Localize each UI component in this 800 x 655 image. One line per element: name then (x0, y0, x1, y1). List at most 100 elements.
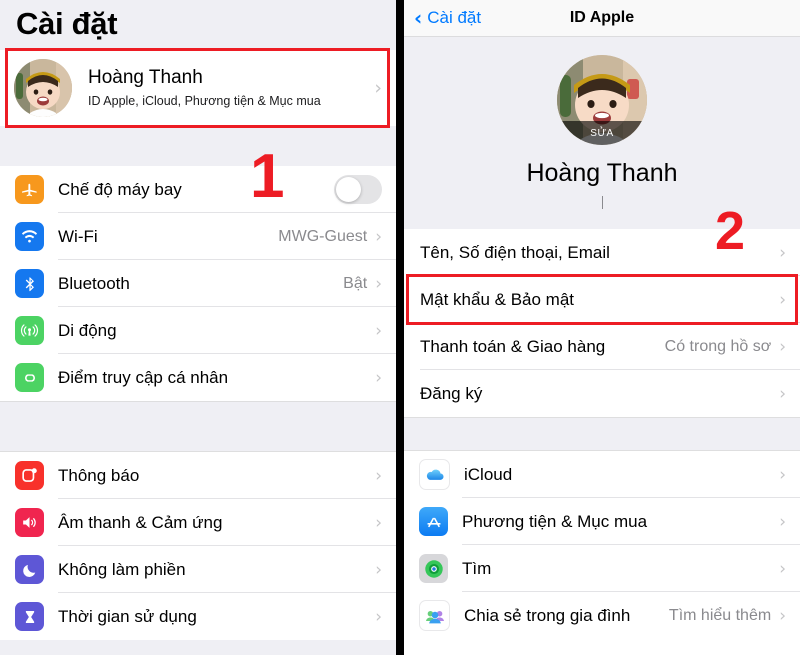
hourglass-glyph (25, 610, 34, 623)
chevron-right-icon: › (779, 464, 786, 485)
sidebar-item-personal-hotspot[interactable]: Điểm truy cập cá nhân › (0, 354, 396, 401)
notifications-icon (15, 461, 44, 490)
chevron-right-icon: › (375, 606, 382, 627)
step-number-2: 2 (715, 201, 746, 261)
family-sharing-value: Tìm hiểu thêm (668, 606, 772, 624)
connectivity-group: Chế độ máy bay Wi-Fi MWG-Guest › Bluetoo… (0, 166, 396, 401)
sidebar-item-label: Không làm phiền (58, 559, 186, 579)
findmy-glyph (424, 559, 443, 578)
sidebar-item-label: Bluetooth (58, 273, 130, 293)
chevron-right-icon: › (779, 605, 786, 626)
list-item-find-my[interactable]: Tìm › (404, 545, 800, 592)
back-button-label: Cài đặt (427, 8, 482, 27)
list-item-label: Thanh toán & Giao hàng (420, 336, 606, 356)
sidebar-item-bluetooth[interactable]: Bluetooth Bật › (0, 260, 396, 307)
sidebar-item-label: Thông báo (58, 465, 140, 485)
appstore-glyph (426, 517, 441, 527)
screenshot-stage: Cài đặt Hoàng Thanh ID Apple, iCloud, Ph… (0, 0, 800, 655)
list-item-label: Tìm (462, 558, 492, 578)
icloud-glyph (426, 469, 444, 480)
highlight-box-step1 (5, 48, 390, 128)
list-item-icloud[interactable]: iCloud › (404, 451, 800, 498)
list-item-label: Chia sẻ trong gia đình (464, 605, 631, 625)
chevron-right-icon: › (375, 465, 382, 486)
chevron-right-icon: › (375, 226, 382, 247)
airplane-icon (15, 175, 44, 204)
list-item-media-purchases[interactable]: Phương tiện & Mục mua › (404, 498, 800, 545)
apple-id-screen: ‹ Cài đặt ID Apple SỬA Hoàng Thanh Tên, … (404, 0, 800, 655)
wifi-glyph (21, 230, 38, 243)
notifications-glyph (22, 468, 37, 482)
sidebar-item-label: Wi-Fi (58, 226, 98, 246)
hourglass-icon (15, 602, 44, 631)
toggle-knob (336, 177, 361, 202)
sound-glyph (23, 517, 36, 528)
wifi-icon (15, 222, 44, 251)
back-button[interactable]: ‹ Cài đặt (414, 8, 481, 28)
list-item-label: iCloud (464, 464, 513, 484)
chevron-right-icon: › (375, 512, 382, 533)
chevron-right-icon: › (779, 383, 786, 404)
family-glyph (425, 610, 444, 623)
findmy-icon (419, 554, 448, 583)
sidebar-item-label: Điểm truy cập cá nhân (58, 367, 229, 387)
moon-glyph (22, 564, 35, 577)
section-gap (0, 126, 396, 166)
chevron-right-icon: › (779, 511, 786, 532)
sidebar-item-screen-time[interactable]: Thời gian sử dụng › (0, 593, 396, 640)
chevron-right-icon: › (375, 320, 382, 341)
airplane-glyph (22, 183, 37, 197)
chevron-left-icon: ‹ (414, 6, 423, 30)
sidebar-item-cellular[interactable]: Di động › (0, 307, 396, 354)
hotspot-glyph (24, 373, 35, 382)
section-gap (404, 417, 800, 451)
cellular-icon (15, 316, 44, 345)
hotspot-icon (15, 363, 44, 392)
sidebar-item-label: Âm thanh & Cảm ứng (58, 512, 223, 532)
list-item-label: Phương tiện & Mục mua (462, 511, 648, 531)
bluetooth-state-value: Bật (343, 274, 368, 292)
sound-icon (15, 508, 44, 537)
chevron-right-icon: › (779, 336, 786, 357)
sidebar-item-label: Chế độ máy bay (58, 179, 182, 199)
navigation-bar: ‹ Cài đặt ID Apple (404, 0, 800, 37)
settings-screen: Cài đặt Hoàng Thanh ID Apple, iCloud, Ph… (0, 0, 396, 655)
payment-status-value: Có trong hồ sơ (664, 337, 772, 355)
icloud-icon (419, 459, 450, 490)
sidebar-item-airplane-mode[interactable]: Chế độ máy bay (0, 166, 396, 213)
chevron-right-icon: › (375, 367, 382, 388)
chevron-right-icon: › (779, 558, 786, 579)
list-item-label: Đăng ký (420, 383, 483, 403)
page-title: Cài đặt (16, 6, 118, 41)
sidebar-item-label: Thời gian sử dụng (58, 606, 197, 626)
airplane-mode-toggle[interactable] (334, 175, 382, 204)
avatar[interactable]: SỬA (557, 55, 647, 145)
highlight-box-step2 (406, 274, 798, 325)
bluetooth-icon (15, 269, 44, 298)
chevron-right-icon: › (375, 559, 382, 580)
notifications-group: Thông báo › Âm thanh & Cảm ứng › Không l… (0, 452, 396, 640)
wifi-network-value: MWG-Guest (278, 227, 368, 245)
appstore-icon (419, 507, 448, 536)
avatar-edit-label[interactable]: SỬA (557, 121, 647, 145)
list-item-subscriptions[interactable]: Đăng ký › (404, 370, 800, 417)
sidebar-item-notifications[interactable]: Thông báo › (0, 452, 396, 499)
chevron-right-icon: › (779, 242, 786, 263)
moon-icon (15, 555, 44, 584)
panel-divider (396, 0, 404, 655)
sidebar-item-do-not-disturb[interactable]: Không làm phiền › (0, 546, 396, 593)
cellular-glyph (20, 324, 39, 337)
step-number-1: 1 (250, 142, 285, 211)
family-icon (419, 600, 450, 631)
chevron-right-icon: › (375, 273, 382, 294)
services-group: iCloud › Phương tiện & Mục mua › Tìm › C… (404, 451, 800, 639)
profile-name: Hoàng Thanh (526, 159, 678, 187)
list-item-family-sharing[interactable]: Chia sẻ trong gia đình Tìm hiểu thêm › (404, 592, 800, 639)
text-cursor (601, 196, 603, 209)
list-item-payment-shipping[interactable]: Thanh toán & Giao hàng Có trong hồ sơ › (404, 323, 800, 370)
bluetooth-glyph (25, 276, 34, 291)
section-gap (0, 401, 396, 452)
sidebar-item-label: Di động (58, 320, 117, 340)
sidebar-item-wifi[interactable]: Wi-Fi MWG-Guest › (0, 213, 396, 260)
sidebar-item-sounds-haptics[interactable]: Âm thanh & Cảm ứng › (0, 499, 396, 546)
